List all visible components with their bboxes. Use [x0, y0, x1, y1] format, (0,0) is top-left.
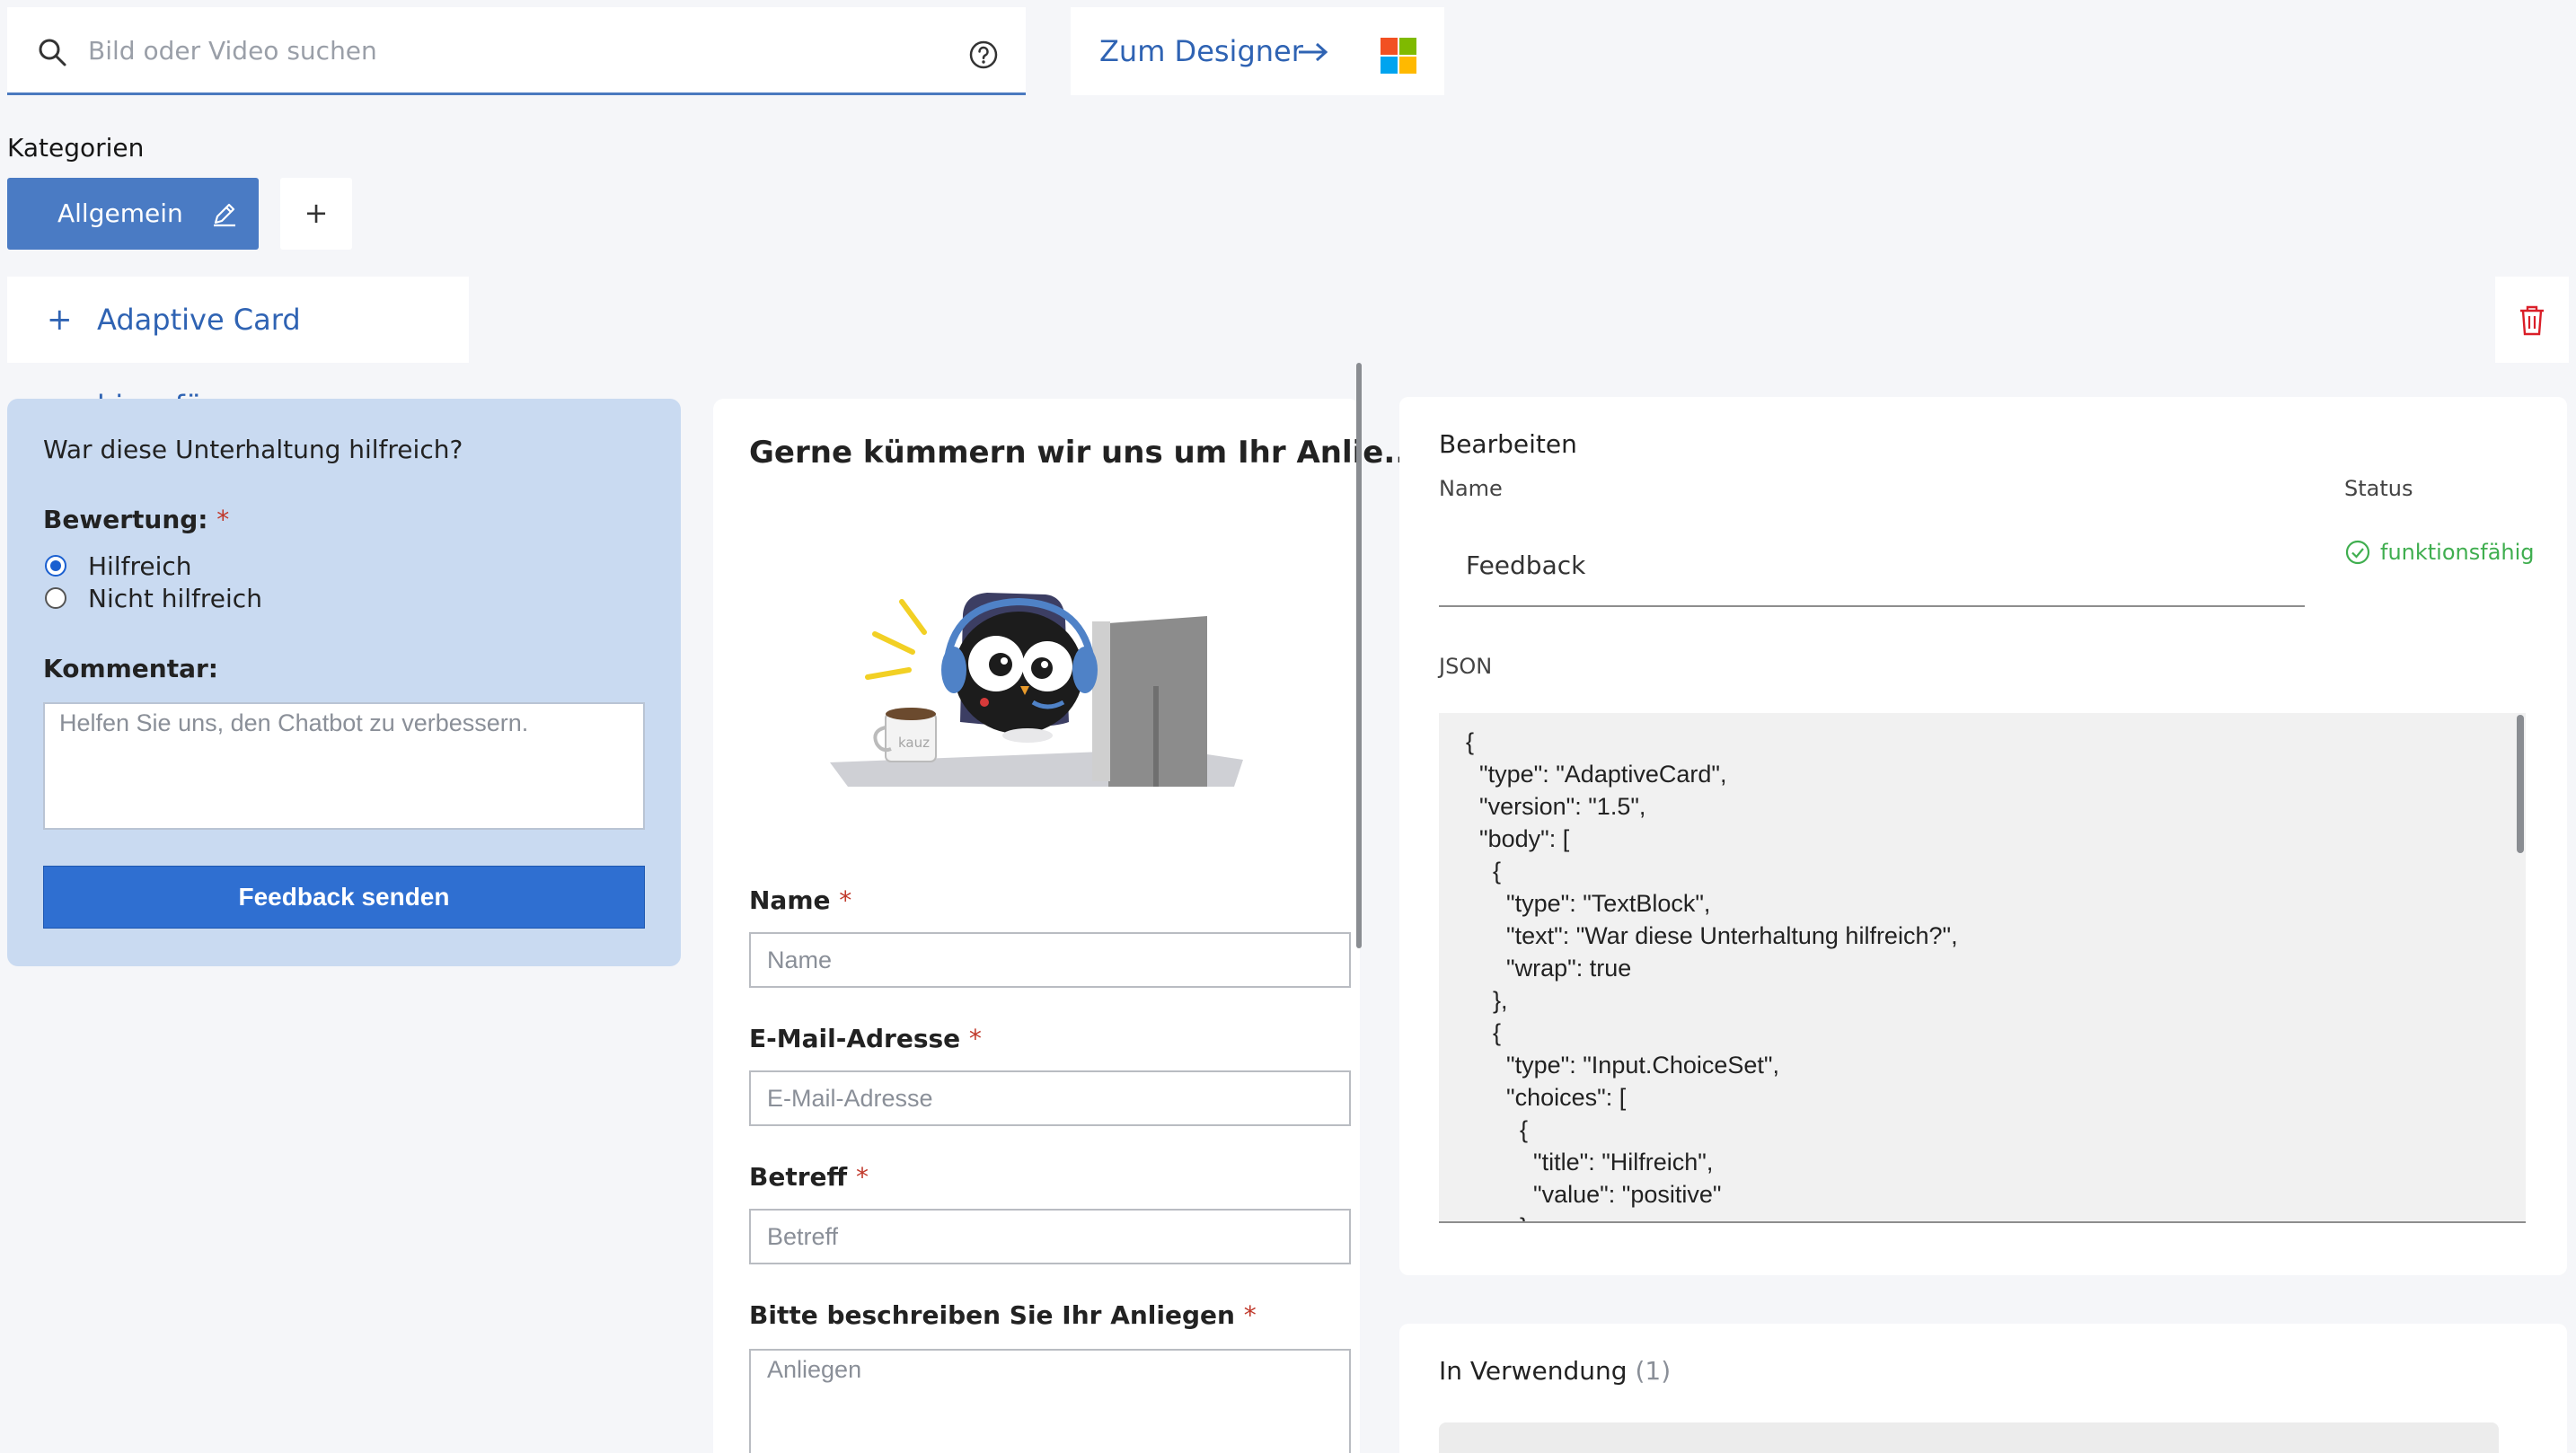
help-icon[interactable] — [968, 40, 999, 70]
designer-button[interactable]: Zum Designer — [1071, 7, 1444, 95]
designer-button-label: Zum Designer — [1099, 34, 1303, 68]
search-input[interactable]: Bild oder Video suchen — [7, 7, 1026, 95]
radio-hilfreich[interactable]: Hilfreich — [45, 550, 192, 582]
category-chip-allgemein[interactable]: Allgemein — [7, 178, 259, 250]
field-label-email: E-Mail-Adresse * — [749, 1024, 982, 1053]
add-category-button[interactable]: + — [280, 178, 352, 250]
search-icon — [39, 39, 66, 66]
required-mark: * — [216, 505, 230, 534]
usage-count: (1) — [1635, 1356, 1672, 1386]
radio-nicht-hilfreich[interactable]: Nicht hilfreich — [45, 582, 262, 614]
radio-label: Nicht hilfreich — [88, 583, 262, 613]
trash-icon — [2520, 305, 2544, 336]
field-label-concern: Bitte beschreiben Sie Ihr Anliegen * — [749, 1300, 1257, 1330]
email-input[interactable]: E-Mail-Adresse — [749, 1070, 1351, 1126]
delete-button[interactable] — [2495, 277, 2569, 363]
usage-panel: In Verwendung (1) — [1399, 1324, 2567, 1453]
field-label-name: Name * — [749, 885, 852, 915]
concern-textarea[interactable]: Anliegen — [749, 1349, 1351, 1453]
microsoft-logo — [1381, 38, 1416, 74]
mug-label: kauz — [898, 735, 930, 751]
check-circle-icon — [2345, 540, 2370, 565]
json-editor[interactable]: { "type": "AdaptiveCard", "version": "1.… — [1439, 713, 2526, 1223]
status-badge: funktionsfähig — [2344, 539, 2535, 566]
preview-scrollbar[interactable] — [1356, 363, 1362, 948]
radio-button[interactable] — [45, 587, 66, 609]
edit-panel-title: Bearbeiten — [1439, 429, 1577, 459]
owl-support-illustration: kauz — [830, 593, 1243, 787]
json-code: { "type": "AdaptiveCard", "version": "1.… — [1466, 728, 1958, 1221]
card-name-input[interactable]: Feedback — [1439, 524, 2305, 607]
feedback-question: War diese Unterhaltung hilfreich? — [43, 435, 463, 464]
rating-label: Bewertung: * — [43, 505, 230, 534]
status-label: Status — [2344, 476, 2413, 501]
comment-label: Kommentar: — [43, 654, 219, 683]
name-field-label: Name — [1439, 476, 1503, 501]
usage-list-item[interactable] — [1439, 1422, 2499, 1453]
subject-input[interactable]: Betreff — [749, 1209, 1351, 1264]
plus-icon: + — [47, 302, 73, 338]
radio-button-selected[interactable] — [45, 555, 66, 577]
json-scrollbar[interactable] — [2517, 715, 2524, 853]
status-value: funktionsfähig — [2380, 540, 2535, 565]
feedback-submit-button[interactable]: Feedback senden — [43, 866, 645, 929]
category-chip-label: Allgemein — [57, 198, 183, 228]
contact-card-preview[interactable]: Gerne kümmern wir uns um Ihr Anlie... ka… — [713, 399, 1418, 1453]
json-label: JSON — [1439, 654, 1493, 679]
add-adaptive-card-button[interactable]: + Adaptive Card hinzufügen — [7, 277, 469, 423]
radio-label: Hilfreich — [88, 550, 192, 581]
name-input[interactable]: Name — [749, 932, 1351, 988]
usage-title: In Verwendung (1) — [1439, 1356, 1672, 1386]
edit-panel: Bearbeiten Name Status Feedback funktion… — [1399, 397, 2567, 1275]
feedback-card-preview[interactable]: War diese Unterhaltung hilfreich? Bewert… — [7, 399, 681, 966]
search-placeholder: Bild oder Video suchen — [88, 36, 377, 66]
comment-textarea[interactable]: Helfen Sie uns, den Chatbot zu verbesser… — [43, 702, 645, 830]
edit-icon[interactable] — [210, 199, 239, 228]
arrow-right-icon — [1299, 42, 1328, 62]
contact-card-title: Gerne kümmern wir uns um Ihr Anlie... — [749, 435, 1419, 471]
categories-title: Kategorien — [7, 133, 145, 163]
field-label-subject: Betreff * — [749, 1162, 869, 1192]
